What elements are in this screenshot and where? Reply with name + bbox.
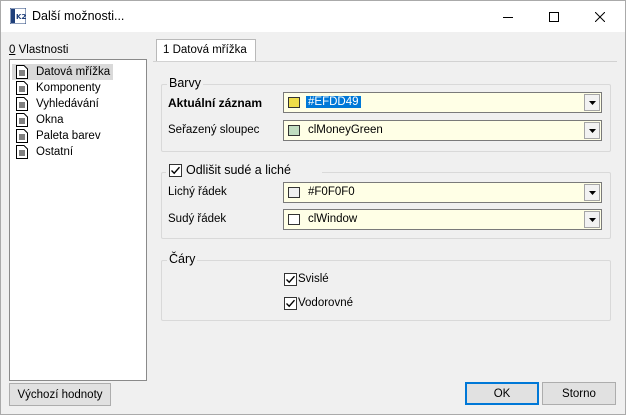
app-logo-icon: K2 (10, 8, 26, 24)
dropdown-button[interactable] (584, 211, 600, 228)
vertical-lines-label: Svislé (298, 273, 329, 285)
document-icon (16, 65, 28, 79)
dialog-window: K2 Další možnosti... 0 Vlastnosti Datová… (0, 0, 626, 415)
list-item-paleta-barev[interactable]: Paleta barev (12, 128, 104, 144)
color-swatch (288, 214, 300, 225)
list-item-label: Datová mřížka (36, 66, 111, 78)
sorted-column-label: Seřazený sloupec (168, 124, 260, 136)
dropdown-arrow-icon (588, 100, 596, 105)
barvy-group-title: Barvy (167, 76, 203, 90)
dropdown-button[interactable] (584, 184, 600, 201)
properties-label-text: Vlastnosti (18, 44, 69, 56)
list-item-okna[interactable]: Okna (12, 112, 67, 128)
color-swatch (288, 125, 300, 136)
dropdown-arrow-icon (588, 128, 596, 133)
cancel-button[interactable]: Storno (542, 382, 616, 405)
list-item-komponenty[interactable]: Komponenty (12, 80, 104, 96)
dropdown-arrow-icon (588, 190, 596, 195)
list-item-label: Ostatní (36, 146, 74, 158)
tab-label: 1 Datová mřížka (163, 44, 247, 56)
color-swatch (288, 97, 300, 108)
combo-value: #F0F0F0 (308, 186, 355, 198)
close-button[interactable] (577, 1, 623, 32)
document-icon (16, 81, 28, 95)
list-item-label: Okna (36, 114, 64, 126)
properties-list[interactable]: Datová mřížka Komponenty Vyhledávání Okn… (9, 59, 147, 381)
checkmark-icon (171, 166, 181, 175)
lines-group (161, 260, 611, 321)
properties-label: 0 Vlastnosti (9, 44, 68, 56)
maximize-button[interactable] (531, 1, 577, 32)
combo-value: clWindow (308, 213, 358, 225)
list-item-vyhledavani[interactable]: Vyhledávání (12, 96, 102, 112)
document-icon (16, 113, 28, 127)
horizontal-lines-label: Vodorovné (298, 297, 353, 309)
odd-even-checkbox-label: Odlišit sudé a liché (186, 163, 291, 177)
current-record-color-select[interactable]: #EFDD49 (283, 92, 602, 113)
document-icon (16, 145, 28, 159)
close-icon (595, 11, 605, 22)
lines-group-title: Čáry (167, 252, 198, 266)
checkmark-icon (286, 299, 296, 308)
even-row-label: Sudý řádek (168, 213, 227, 225)
dropdown-button[interactable] (584, 94, 600, 111)
combo-value: clMoneyGreen (308, 124, 383, 136)
color-swatch (288, 187, 300, 198)
properties-hotkey: 0 (9, 44, 16, 56)
title-bar: K2 Další možnosti... (1, 1, 625, 32)
list-item-ostatni[interactable]: Ostatní (12, 144, 76, 160)
odd-row-label: Lichý řádek (168, 186, 227, 198)
odd-row-color-select[interactable]: #F0F0F0 (283, 182, 602, 203)
document-icon (16, 129, 28, 143)
tab-datova-mrizka[interactable]: 1 Datová mřížka (156, 39, 256, 62)
ok-button[interactable]: OK (465, 382, 539, 405)
list-item-label: Paleta barev (36, 130, 101, 142)
dropdown-button[interactable] (584, 122, 600, 139)
minimize-icon (503, 16, 513, 18)
default-values-button[interactable]: Výchozí hodnoty (9, 383, 111, 406)
horizontal-lines-checkbox[interactable] (284, 297, 297, 310)
vertical-lines-checkbox[interactable] (284, 273, 297, 286)
list-item-label: Komponenty (36, 82, 101, 94)
list-item-datova-mrizka[interactable]: Datová mřížka (12, 64, 114, 80)
tab-divider (153, 61, 617, 62)
list-item-label: Vyhledávání (36, 98, 99, 110)
dropdown-arrow-icon (588, 217, 596, 222)
document-icon (16, 97, 28, 111)
combo-value: #EFDD49 (306, 96, 361, 108)
checkmark-icon (286, 275, 296, 284)
minimize-button[interactable] (485, 1, 531, 32)
maximize-icon (549, 11, 559, 22)
even-row-color-select[interactable]: clWindow (283, 209, 602, 230)
sorted-column-color-select[interactable]: clMoneyGreen (283, 120, 602, 141)
svg-text:K2: K2 (16, 13, 26, 21)
current-record-label: Aktuální záznam (168, 96, 263, 110)
window-title: Další možnosti... (32, 9, 125, 23)
odd-even-checkbox[interactable] (169, 164, 182, 177)
